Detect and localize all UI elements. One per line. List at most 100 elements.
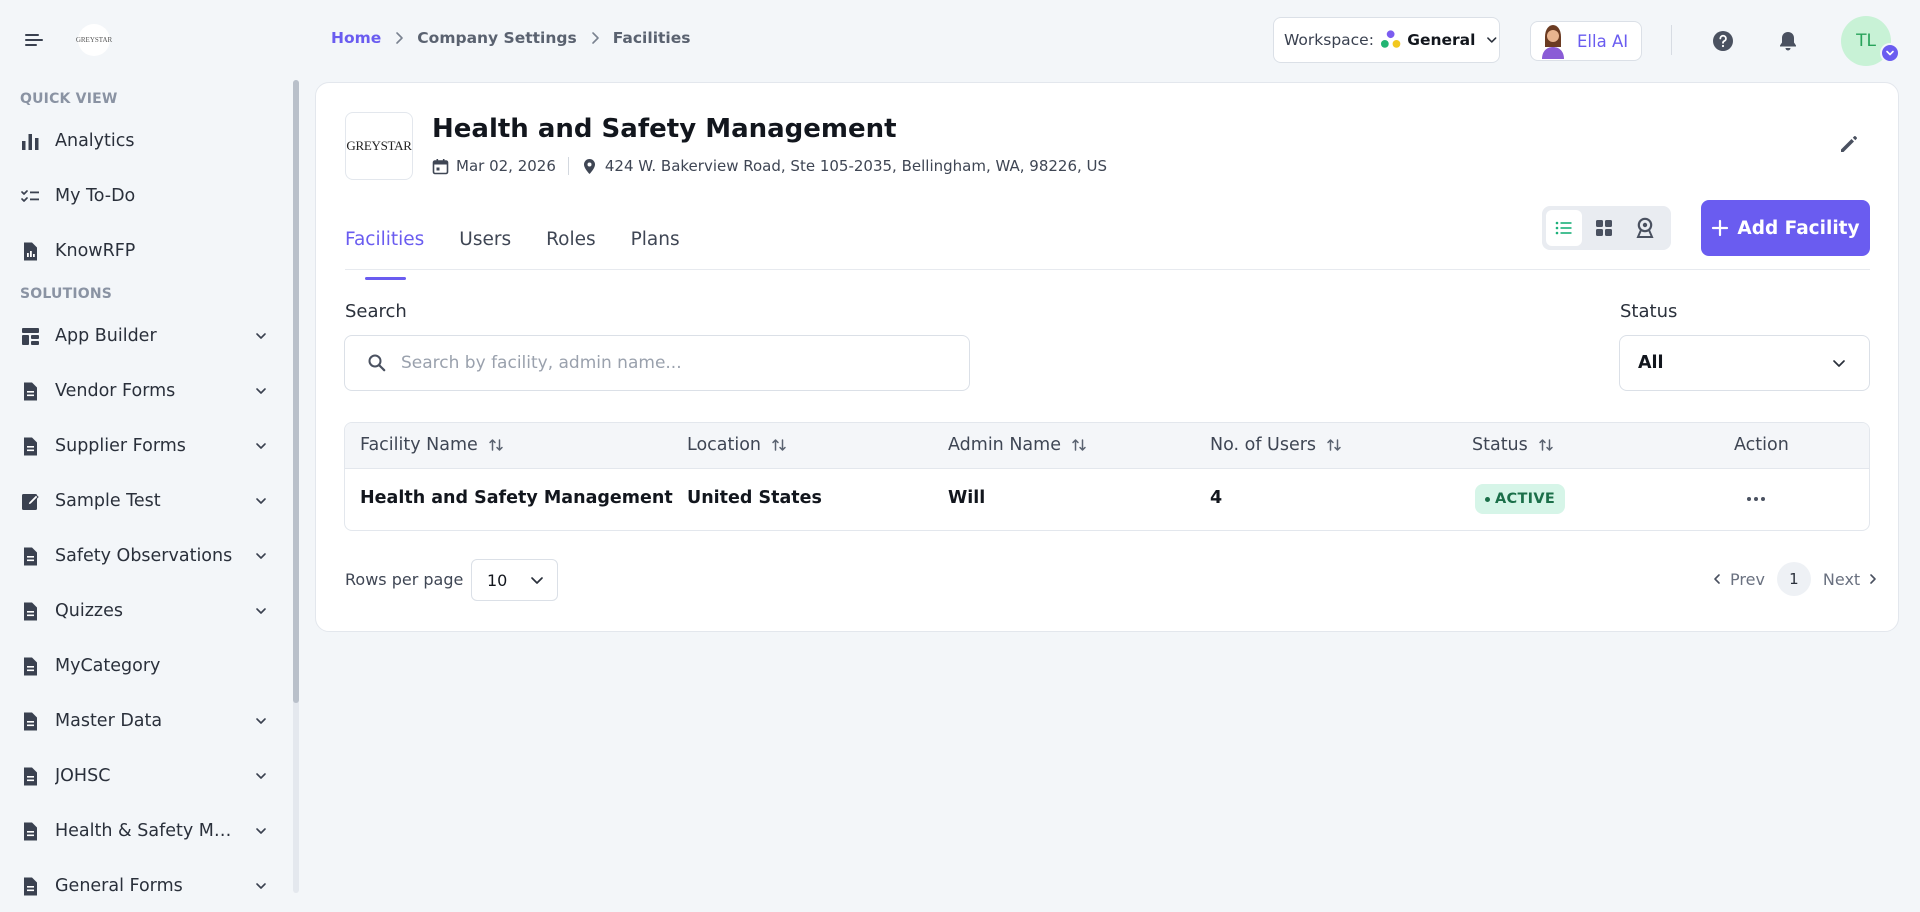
column-header-label: No. of Users [1210,435,1317,455]
breadcrumb-home[interactable]: Home [331,29,381,47]
sort-icon [1072,439,1086,451]
cell-admin-name: Will [948,488,986,508]
sidebar-item-master-data[interactable]: Master Data [20,704,272,738]
facilities-table: Facility Name Location Admin Name No. of… [344,422,1870,531]
chevron-down-icon [1487,37,1497,43]
sidebar-item-label: My To-Do [55,186,136,206]
sidebar-item-knowrfp[interactable]: KnowRFP [20,234,272,268]
sidebar-item-analytics[interactable]: Analytics [20,124,272,158]
table-header: Facility Name Location Admin Name No. of… [345,423,1869,469]
notification-bell-icon[interactable] [1777,30,1799,52]
sidebar-item-label: Sample Test [55,491,161,511]
sidebar-item-safety-observations[interactable]: Safety Observations [20,539,272,573]
grid-view-icon [1596,220,1613,236]
rows-per-page-select[interactable]: 10 [471,559,558,601]
tab-facilities[interactable]: Facilities [345,229,424,280]
sidebar-item-label: Health & Safety Mgmt [55,821,235,841]
add-facility-button[interactable]: Add Facility [1701,200,1870,256]
more-actions-icon[interactable] [1745,491,1767,507]
user-menu-chevron-icon[interactable] [1880,43,1900,63]
status-filter-select[interactable]: All [1619,335,1870,391]
facilities-card: GREYSTAR Health and Safety Management Ma… [315,82,1899,632]
document-icon [24,547,37,565]
sidebar-item-vendor-forms[interactable]: Vendor Forms [20,374,272,408]
sidebar-item-label: General Forms [55,876,183,896]
prev-page-button[interactable]: Prev [1730,570,1765,589]
chevron-right-icon [591,32,599,44]
column-header-status[interactable]: Status [1472,435,1555,455]
status-badge-label: ACTIVE [1495,491,1556,507]
column-header-label: Status [1472,435,1528,455]
document-icon [24,877,37,895]
workspace-value: General [1407,31,1476,49]
document-icon [24,602,37,620]
column-header-admin-name[interactable]: Admin Name [948,435,1088,455]
document-icon [24,437,37,455]
workspace-selector[interactable]: Workspace: General [1273,17,1500,63]
chevron-down-icon [256,443,266,449]
column-header-no-of-users[interactable]: No. of Users [1210,435,1343,455]
column-header-facility-name[interactable]: Facility Name [360,435,505,455]
checklist-icon [21,189,39,202]
sidebar-item-supplier-forms[interactable]: Supplier Forms [20,429,272,463]
sidebar-scroll-thumb[interactable] [293,80,299,703]
sidebar-item-app-builder[interactable]: App Builder [20,319,272,353]
sidebar-scrollbar[interactable] [293,80,299,893]
sort-icon [1327,439,1341,451]
search-input[interactable] [401,353,941,373]
tab-roles[interactable]: Roles [546,229,596,269]
sidebar-item-health-safety-mgmt[interactable]: Health & Safety Mgmt [20,814,272,848]
status-dot [1485,496,1490,502]
plus-icon [1712,219,1729,237]
column-header-location[interactable]: Location [687,435,788,455]
ella-ai-button[interactable]: Ella AI [1530,21,1642,61]
chevron-right-icon [1870,574,1876,584]
edit-pencil-icon[interactable] [1838,133,1860,155]
tab-plans[interactable]: Plans [631,229,680,269]
help-icon[interactable] [1712,30,1734,52]
tab-divider [345,269,1870,270]
sidebar-item-sample-test[interactable]: Sample Test [20,484,272,518]
sidebar-item-johsc[interactable]: JOHSC [20,759,272,793]
next-page-button[interactable]: Next [1823,570,1860,589]
chevron-down-icon [256,773,266,779]
sidebar-item-general-forms[interactable]: General Forms [20,869,272,903]
sidebar-item-label: App Builder [55,326,157,346]
sidebar-item-label: Analytics [55,131,135,151]
ella-avatar-icon [1542,25,1564,59]
workspace-dots-icon [1380,30,1401,48]
organization-address: 424 W. Bakerview Road, Ste 105-2035, Bel… [604,157,1108,175]
search-field[interactable] [344,335,970,391]
chevron-down-icon [531,577,543,584]
status-filter-value: All [1638,353,1664,373]
bar-chart-icon [22,133,39,150]
cell-facility-name: Health and Safety Management [360,488,673,508]
map-view-button[interactable] [1627,210,1663,246]
sidebar-item-mycategory[interactable]: MyCategory [20,649,272,683]
sidebar-item-my-to-do[interactable]: My To-Do [20,179,272,213]
chevron-down-icon [256,828,266,834]
status-filter-label: Status [1620,301,1678,322]
list-view-button[interactable] [1546,210,1583,246]
grid-view-button[interactable] [1586,210,1622,246]
chevron-down-icon [256,498,266,504]
chevron-down-icon [256,718,266,724]
sidebar-item-quizzes[interactable]: Quizzes [20,594,272,628]
column-header-label: Location [687,435,762,455]
breadcrumb-company-settings[interactable]: Company Settings [417,29,576,47]
chevron-down-icon [256,608,266,614]
add-facility-label: Add Facility [1737,217,1860,239]
divider [1671,25,1672,55]
chevron-down-icon [256,333,266,339]
section-label-quick-view: QUICK VIEW [20,91,118,107]
section-label-solutions: SOLUTIONS [20,286,113,302]
sort-icon [1539,439,1553,451]
location-pin-icon [583,158,595,174]
company-logo[interactable]: GREYSTAR [76,24,112,56]
page-number-button[interactable]: 1 [1776,562,1811,596]
tab-users[interactable]: Users [459,229,511,269]
search-icon [368,354,386,372]
table-row[interactable]: Health and Safety Management United Stat… [345,469,1869,530]
menu-toggle-icon[interactable] [25,31,45,49]
document-icon [24,822,37,840]
